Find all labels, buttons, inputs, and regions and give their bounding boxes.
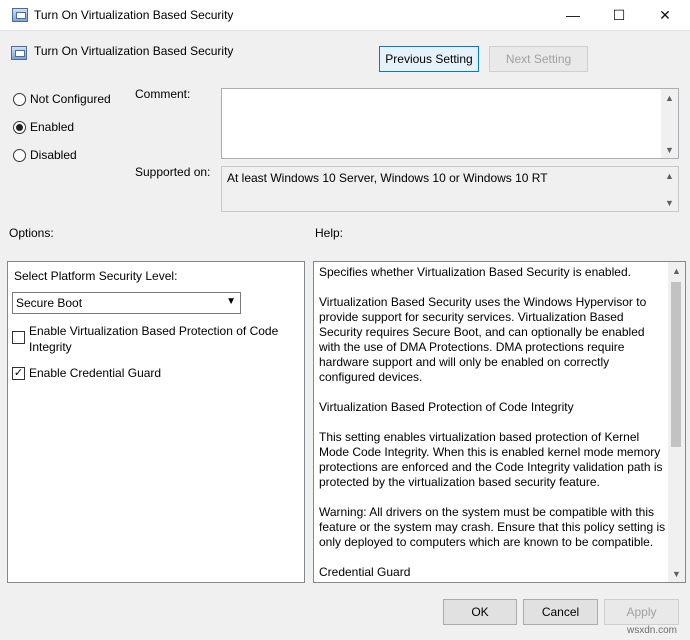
maximize-icon[interactable]: ☐ (596, 0, 642, 30)
help-paragraph: Credential Guard (319, 565, 411, 579)
comment-scrollbar[interactable]: ▲ ▼ (661, 89, 678, 158)
radio-disabled[interactable] (13, 149, 26, 162)
group-policy-icon (12, 8, 28, 22)
platform-security-label: Select Platform Security Level: (14, 269, 178, 283)
supported-on-label: Supported on: (135, 165, 211, 179)
help-panel: Specifies whether Virtualization Based S… (313, 261, 686, 583)
scroll-thumb[interactable] (671, 282, 681, 447)
radio-label-not-configured[interactable]: Not Configured (30, 92, 111, 106)
window-title: Turn On Virtualization Based Security (34, 8, 234, 22)
help-section-label: Help: (315, 226, 344, 240)
code-integrity-label-line-1: Enable Virtualization Based Protection o… (29, 324, 279, 338)
setting-title: Turn On Virtualization Based Security (34, 44, 234, 58)
policy-setting-icon (11, 46, 27, 60)
cancel-label: Cancel (541, 605, 580, 619)
code-integrity-checkbox[interactable] (12, 331, 25, 344)
options-panel: Select Platform Security Level: Secure B… (7, 261, 305, 583)
comment-label: Comment: (135, 87, 191, 101)
close-icon[interactable]: ✕ (642, 0, 688, 30)
scroll-down-icon[interactable]: ▼ (668, 565, 685, 582)
scroll-up-icon[interactable]: ▲ (661, 167, 678, 184)
previous-setting-button[interactable]: Previous Setting (379, 46, 479, 72)
ok-label: OK (471, 605, 489, 619)
cancel-button[interactable]: Cancel (523, 599, 598, 625)
credential-guard-checkbox[interactable]: ✓ (12, 367, 25, 380)
credential-guard-label[interactable]: Enable Credential Guard (29, 366, 161, 380)
scroll-up-icon[interactable]: ▲ (661, 89, 678, 106)
apply-button[interactable]: Apply (604, 599, 679, 625)
minimize-icon[interactable]: — (550, 0, 596, 30)
title-bar[interactable]: Turn On Virtualization Based Security — … (0, 0, 690, 31)
platform-security-value: Secure Boot (16, 296, 83, 310)
scroll-down-icon[interactable]: ▼ (661, 194, 678, 211)
ok-button[interactable]: OK (443, 599, 517, 625)
scroll-up-icon[interactable]: ▲ (668, 262, 685, 279)
apply-label: Apply (626, 605, 657, 619)
supported-on-value: At least Windows 10 Server, Windows 10 o… (227, 171, 548, 185)
code-integrity-label[interactable]: Enable Virtualization Based Protection o… (29, 323, 278, 355)
help-paragraph: Warning: All drivers on the system must … (319, 505, 666, 549)
help-paragraph: Virtualization Based Security uses the W… (319, 295, 647, 384)
radio-label-disabled[interactable]: Disabled (30, 148, 77, 162)
options-section-label: Options: (9, 226, 54, 240)
help-paragraph: Specifies whether Virtualization Based S… (319, 265, 631, 279)
help-scrollbar[interactable]: ▲ ▼ (668, 262, 685, 582)
scroll-down-icon[interactable]: ▼ (661, 141, 678, 158)
radio-label-enabled[interactable]: Enabled (30, 120, 74, 134)
supported-scrollbar[interactable]: ▲ ▼ (661, 167, 678, 211)
chevron-down-icon[interactable]: ▼ (226, 296, 236, 307)
radio-enabled[interactable] (13, 121, 26, 134)
supported-on-field: At least Windows 10 Server, Windows 10 o… (221, 166, 679, 212)
comment-textarea[interactable]: ▲ ▼ (221, 88, 679, 159)
platform-security-select[interactable]: Secure Boot ▼ (12, 292, 241, 314)
watermark: wsxdn.com (627, 625, 678, 636)
previous-setting-label: Previous Setting (385, 52, 473, 66)
code-integrity-label-line-2: Integrity (29, 340, 72, 354)
next-setting-button[interactable]: Next Setting (489, 46, 588, 72)
help-paragraph: Virtualization Based Protection of Code … (319, 400, 574, 414)
help-text: Specifies whether Virtualization Based S… (319, 265, 666, 582)
help-paragraph: This setting enables virtualization base… (319, 430, 663, 489)
next-setting-label: Next Setting (505, 52, 572, 66)
radio-not-configured[interactable] (13, 93, 26, 106)
